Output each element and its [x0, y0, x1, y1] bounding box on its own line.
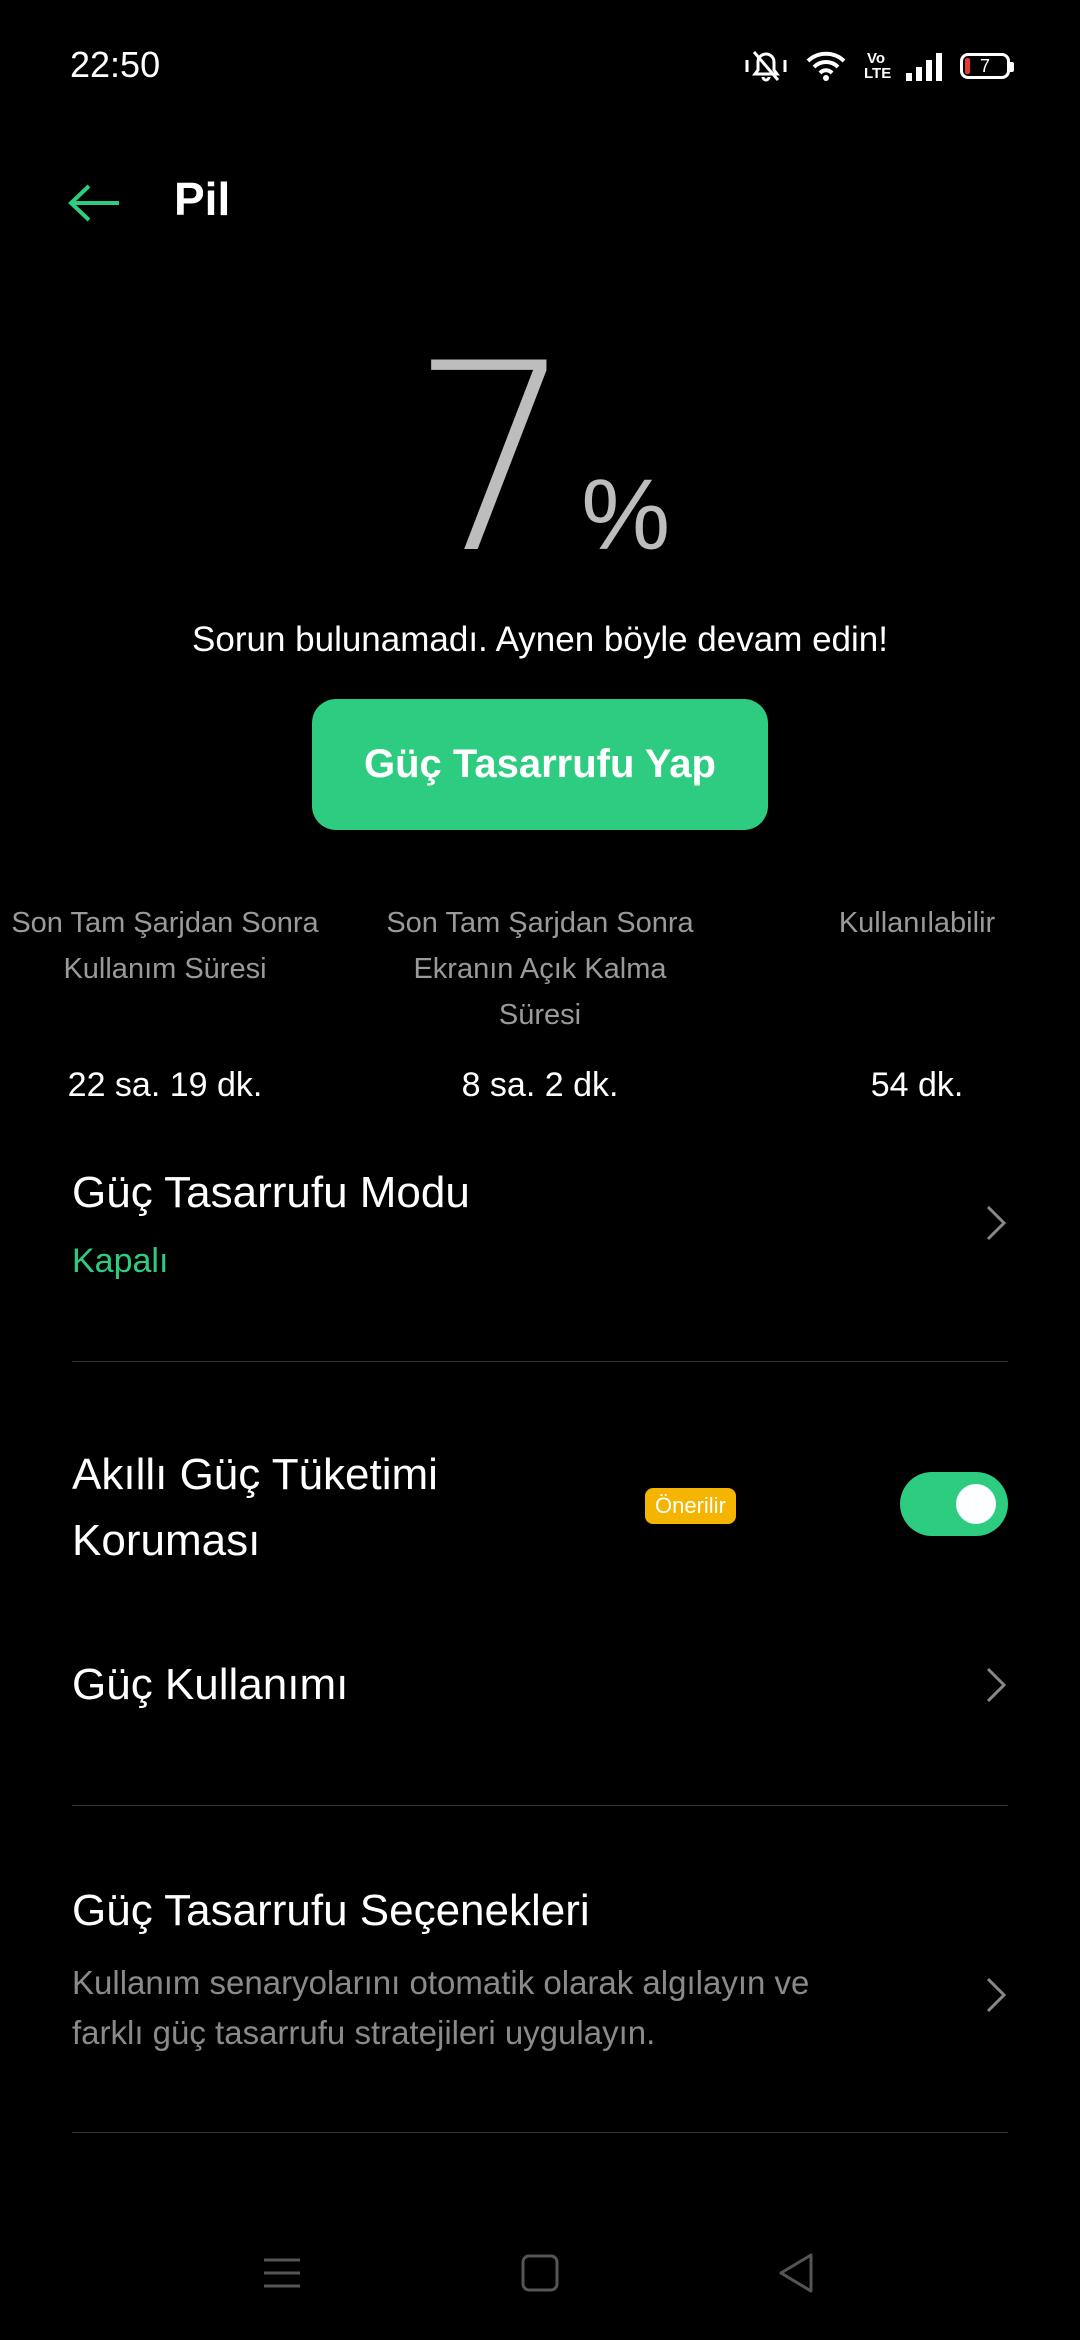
- chevron-right-icon: [976, 1198, 1016, 1248]
- power-saving-options-desc: Kullanım senaryolarını otomatik olarak a…: [72, 1964, 810, 2051]
- stat-usage-label: Son Tam Şarjdan Sonra Kullanım Süresi: [11, 907, 319, 985]
- power-saving-options-row[interactable]: Güç Tasarrufu Seçenekleri Kullanım senar…: [0, 1870, 1080, 2070]
- mute-vibrate-icon: [744, 48, 788, 84]
- chevron-right-icon: [976, 1660, 1016, 1710]
- power-saving-mode-row[interactable]: Güç Tasarrufu Modu Kapalı: [0, 1150, 1080, 1360]
- power-saving-mode-title: Güç Tasarrufu Modu: [72, 1168, 470, 1217]
- stat-screen-on-label: Son Tam Şarjdan Sonra Ekranın Açık Kalma…: [386, 907, 694, 1031]
- menu-icon: [264, 2258, 300, 2288]
- smart-protection-title: Akıllı Güç Tüketimi Koruması: [72, 1450, 438, 1565]
- signal-icon: [906, 51, 942, 81]
- battery-level: 7: [979, 55, 990, 76]
- divider: [72, 2132, 1008, 2133]
- battery-percent-value: 7: [409, 309, 575, 611]
- volte-icon: Vo LTE: [864, 50, 892, 82]
- chevron-right-icon: [976, 1970, 1016, 2020]
- smart-protection-row: Akıllı Güç Tüketimi Koruması Önerilir: [0, 1430, 1080, 1580]
- home-square-icon: [521, 2254, 559, 2292]
- arrow-left-icon: [68, 184, 119, 222]
- battery-percent: 7%: [0, 330, 1080, 590]
- nav-menu-button[interactable]: [237, 2228, 327, 2318]
- divider: [72, 1361, 1008, 1362]
- status-icons: Vo LTE 7: [744, 44, 1014, 88]
- smart-protection-toggle[interactable]: [900, 1472, 1008, 1536]
- nav-home-button[interactable]: [495, 2228, 585, 2318]
- power-usage-row[interactable]: Güç Kullanımı: [0, 1620, 1080, 1750]
- stat-usage-value: 22 sa. 19 dk.: [67, 1066, 263, 1104]
- recommended-badge: Önerilir: [645, 1488, 736, 1524]
- stat-available-label: Kullanılabilir: [838, 907, 996, 939]
- power-saving-options-title: Güç Tasarrufu Seçenekleri: [72, 1886, 590, 1935]
- power-save-button[interactable]: Güç Tasarrufu Yap: [312, 699, 768, 830]
- battery-icon: 7: [960, 53, 1014, 79]
- status-time: 22:50: [70, 44, 161, 85]
- battery-percent-sign: %: [581, 459, 671, 571]
- triangle-back-icon: [779, 2253, 813, 2293]
- nav-back-button[interactable]: [750, 2228, 840, 2318]
- power-saving-mode-status: Kapalı: [72, 1242, 169, 1280]
- stat-available-value: 54 dk.: [870, 1066, 964, 1104]
- page-title: Pil: [174, 173, 231, 225]
- stat-screen-on-value: 8 sa. 2 dk.: [461, 1066, 619, 1104]
- power-usage-title: Güç Kullanımı: [72, 1660, 349, 1709]
- back-button[interactable]: [60, 168, 130, 238]
- battery-status-message: Sorun bulunamadı. Aynen böyle devam edin…: [192, 620, 888, 659]
- divider: [72, 1805, 1008, 1806]
- wifi-icon: [806, 50, 846, 82]
